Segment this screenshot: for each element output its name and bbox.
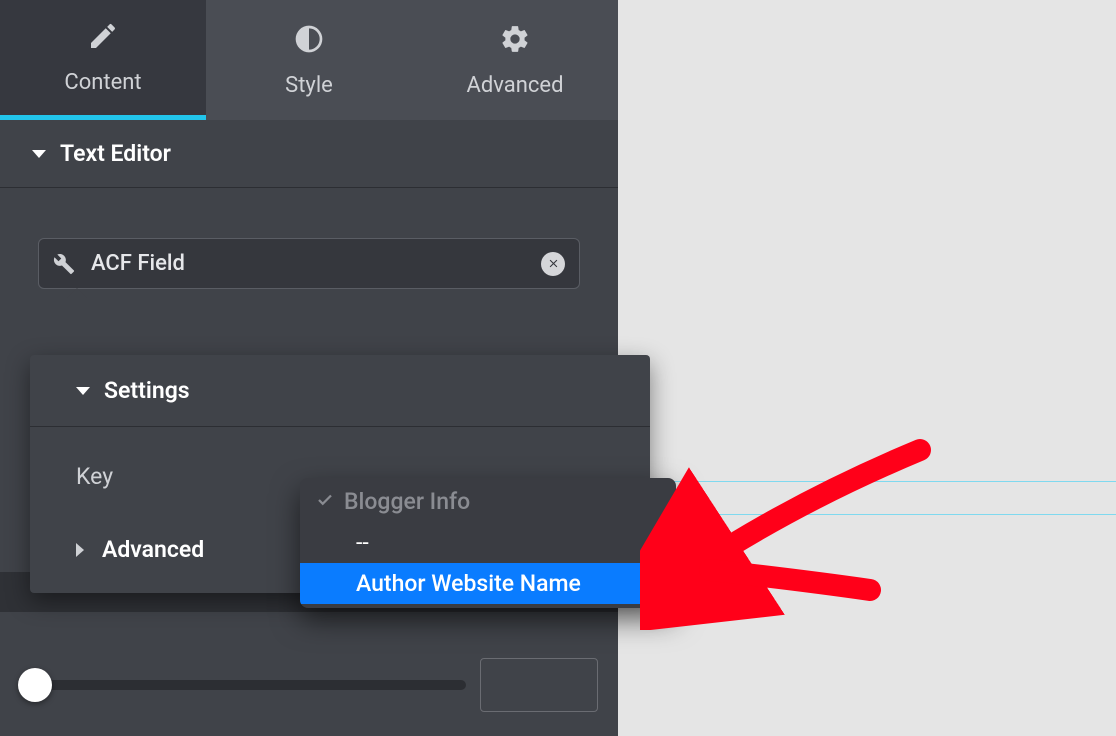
check-icon	[316, 488, 334, 515]
tab-style[interactable]: Style	[206, 0, 412, 120]
wrench-icon	[53, 253, 75, 275]
contrast-icon	[293, 23, 325, 61]
key-dropdown: Blogger Info -- Author Website Name	[300, 478, 676, 608]
guide-line-top	[618, 481, 1116, 482]
dropdown-option-empty[interactable]: --	[300, 522, 676, 563]
editor-canvas[interactable]	[618, 0, 1116, 736]
dropdown-option-selected-label: Author Website Name	[356, 570, 581, 597]
field-selector-label: ACF Field	[91, 251, 525, 276]
caret-right-icon	[76, 543, 84, 557]
pencil-icon	[87, 20, 119, 58]
caret-down-icon	[32, 150, 46, 158]
tab-style-label: Style	[285, 73, 333, 98]
gear-icon	[499, 23, 531, 61]
content-area: ACF Field	[0, 188, 618, 299]
tab-content-label: Content	[64, 70, 141, 95]
tab-content[interactable]: Content	[0, 0, 206, 120]
dropdown-option-empty-label: --	[356, 529, 369, 556]
dropdown-group-label: Blogger Info	[344, 488, 470, 515]
section-text-editor[interactable]: Text Editor	[0, 120, 618, 188]
caret-down-icon	[76, 387, 90, 395]
dynamic-field-selector[interactable]: ACF Field	[38, 238, 580, 289]
slider-control	[0, 658, 618, 712]
popover-advanced-title: Advanced	[102, 536, 204, 563]
dropdown-group-blogger-info: Blogger Info	[300, 478, 676, 522]
clear-field-button[interactable]	[541, 252, 565, 276]
tab-advanced-label: Advanced	[467, 73, 564, 98]
popover-settings-header[interactable]: Settings	[30, 355, 650, 427]
panel-tabs: Content Style Advanced	[0, 0, 618, 120]
key-label: Key	[76, 457, 256, 490]
slider-track[interactable]	[20, 680, 466, 690]
popover-settings-title: Settings	[104, 377, 190, 404]
slider-thumb[interactable]	[18, 668, 52, 702]
guide-line-bottom	[618, 514, 1116, 515]
slider-value-input[interactable]	[480, 658, 598, 712]
dropdown-option-author-website-name[interactable]: Author Website Name	[300, 563, 676, 604]
close-icon	[547, 257, 560, 270]
section-title: Text Editor	[60, 140, 171, 167]
tab-advanced[interactable]: Advanced	[412, 0, 618, 120]
popover-pointer	[67, 288, 87, 298]
